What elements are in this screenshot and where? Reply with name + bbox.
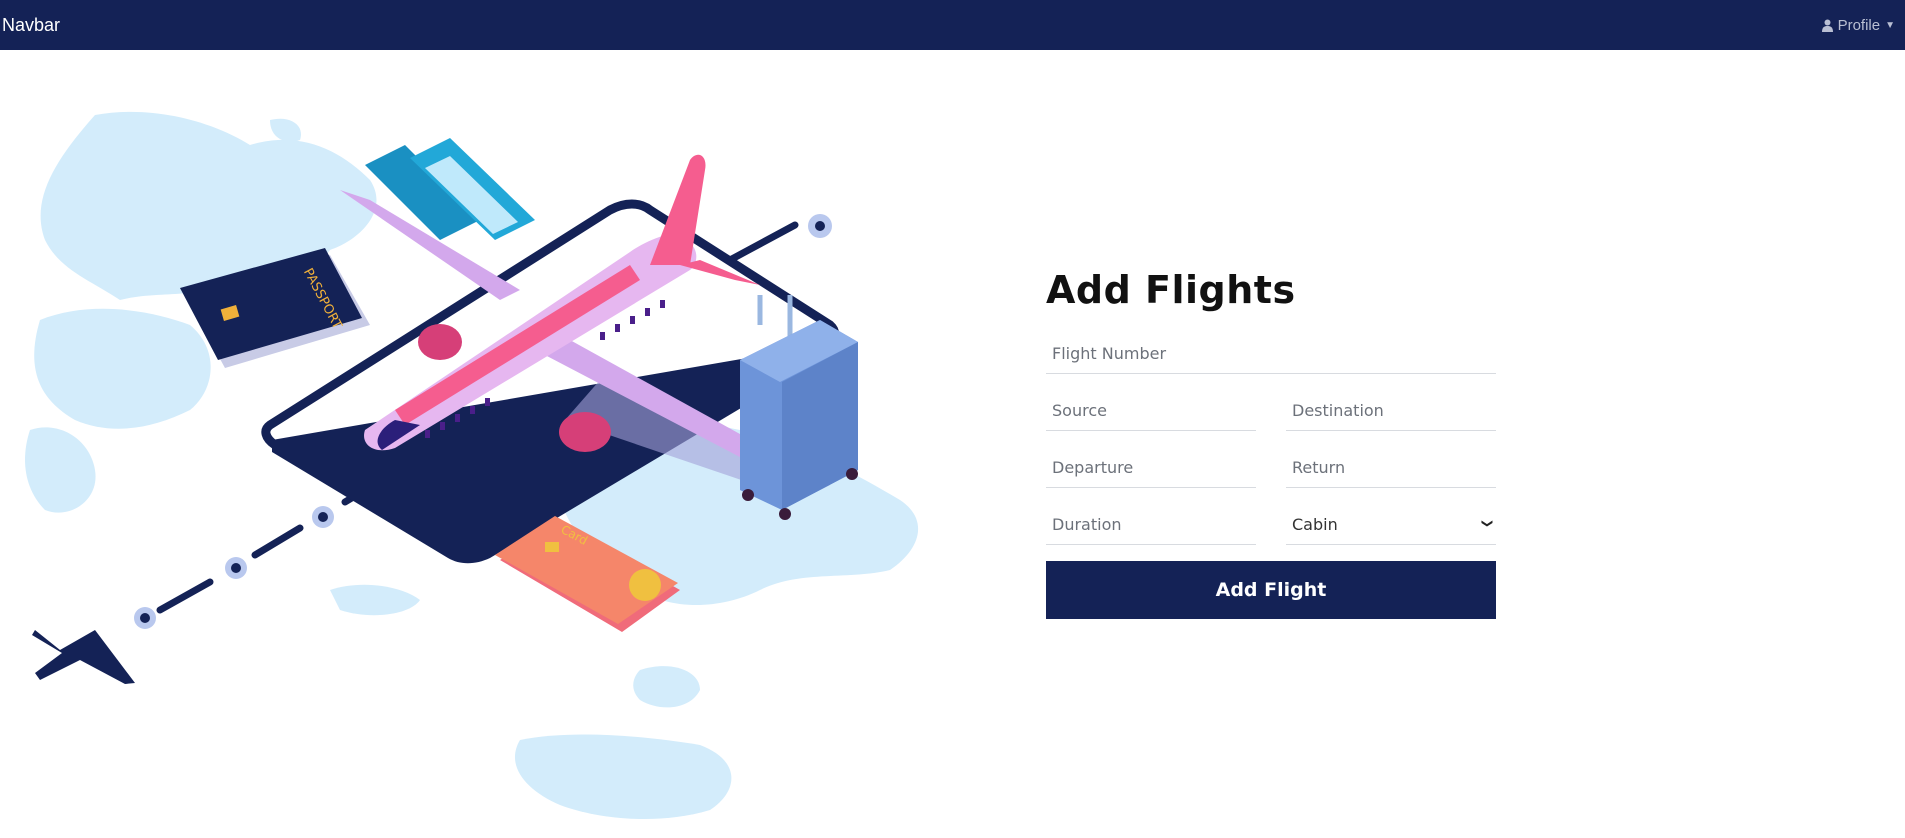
navbar-brand[interactable]: Navbar [2, 15, 60, 36]
user-icon [1821, 19, 1833, 32]
cabin-select-wrapper: Cabin ❯ [1286, 505, 1496, 545]
page-title: Add Flights [1046, 268, 1296, 312]
small-plane-icon [32, 630, 135, 684]
navbar: Navbar Profile ▼ [0, 0, 1905, 50]
duration-input[interactable] [1046, 505, 1256, 545]
add-flight-form: Add Flights Cabin ❯ Add Flight [1046, 268, 1496, 619]
duration-cabin-row: Cabin ❯ [1046, 505, 1496, 545]
source-input[interactable] [1046, 391, 1256, 431]
flight-number-input[interactable] [1046, 334, 1496, 374]
cabin-select[interactable]: Cabin [1286, 505, 1496, 545]
destination-input[interactable] [1286, 391, 1496, 431]
travel-illustration: PASSPORT Card [25, 111, 919, 820]
profile-dropdown[interactable]: Profile ▼ [1821, 16, 1895, 34]
caret-down-icon: ▼ [1885, 19, 1895, 31]
profile-label: Profile [1837, 16, 1881, 34]
add-flight-button[interactable]: Add Flight [1046, 561, 1496, 619]
departure-input[interactable] [1046, 448, 1256, 488]
departure-return-row [1046, 448, 1496, 488]
return-input[interactable] [1286, 448, 1496, 488]
source-destination-row [1046, 391, 1496, 431]
